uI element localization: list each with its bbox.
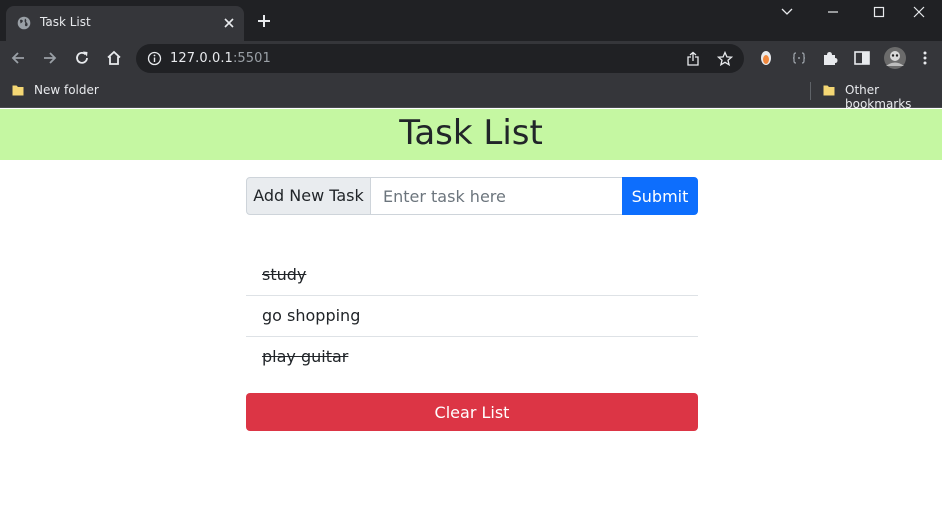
- add-task-label: Add New Task: [246, 177, 371, 215]
- submit-button[interactable]: Submit: [622, 177, 698, 215]
- side-panel-icon[interactable]: [853, 49, 871, 67]
- bookmark-star-icon[interactable]: [717, 51, 733, 67]
- url-host: 127.0.0.1: [170, 51, 233, 66]
- bookmark-new-folder[interactable]: New folder: [34, 83, 99, 97]
- task-item[interactable]: study: [246, 255, 698, 296]
- new-tab-icon[interactable]: [256, 13, 272, 29]
- minimize-button[interactable]: [810, 0, 856, 26]
- url-port: :5501: [232, 51, 271, 66]
- close-icon[interactable]: [220, 14, 238, 32]
- tab-title: Task List: [40, 15, 91, 29]
- task-item[interactable]: go shopping: [246, 296, 698, 337]
- page-content: Task List Add New Task Submit study go s…: [0, 109, 942, 531]
- task-input[interactable]: [370, 177, 623, 215]
- forward-arrow-icon[interactable]: [41, 49, 59, 67]
- folder-icon: [12, 85, 24, 96]
- task-text: study: [262, 265, 307, 284]
- extensions-puzzle-icon[interactable]: [821, 49, 839, 67]
- add-task-form: Add New Task Submit: [246, 177, 698, 215]
- url-text: 127.0.0.1:5501: [170, 51, 271, 66]
- minimize-icon: [828, 11, 838, 13]
- browser-tab[interactable]: Task List: [6, 6, 244, 41]
- task-text: play guitar: [262, 347, 349, 366]
- tab-search-button[interactable]: [764, 0, 810, 26]
- task-item[interactable]: play guitar: [246, 337, 698, 378]
- bookmarks-divider: [810, 82, 811, 100]
- extension-braces-icon[interactable]: [790, 49, 808, 67]
- globe-icon: [17, 16, 31, 30]
- bookmarks-bar: New folder Other bookmarks: [0, 75, 942, 111]
- page-title: Task List: [399, 113, 543, 153]
- browser-toolbar: 127.0.0.1:5501: [0, 41, 942, 75]
- clear-list-button[interactable]: Clear List: [246, 393, 698, 431]
- profile-avatar[interactable]: [883, 46, 907, 70]
- reload-icon[interactable]: [73, 49, 91, 67]
- task-text: go shopping: [262, 306, 361, 325]
- folder-icon: [823, 85, 835, 96]
- info-icon[interactable]: [147, 51, 162, 66]
- bookmark-other-bookmarks[interactable]: Other bookmarks: [845, 83, 942, 111]
- chevron-down-icon: [781, 8, 793, 15]
- share-icon[interactable]: [685, 51, 701, 67]
- extension-fire-icon[interactable]: [757, 49, 775, 67]
- address-bar[interactable]: 127.0.0.1:5501: [136, 44, 744, 73]
- maximize-icon: [873, 6, 885, 18]
- back-arrow-icon[interactable]: [9, 49, 27, 67]
- home-icon[interactable]: [105, 49, 123, 67]
- close-icon: [913, 6, 925, 18]
- browser-tab-strip: Task List: [0, 0, 942, 41]
- window-close-button[interactable]: [896, 0, 942, 26]
- page-header: Task List: [0, 109, 942, 160]
- task-list: study go shopping play guitar: [246, 255, 698, 378]
- more-menu-icon[interactable]: [916, 49, 934, 67]
